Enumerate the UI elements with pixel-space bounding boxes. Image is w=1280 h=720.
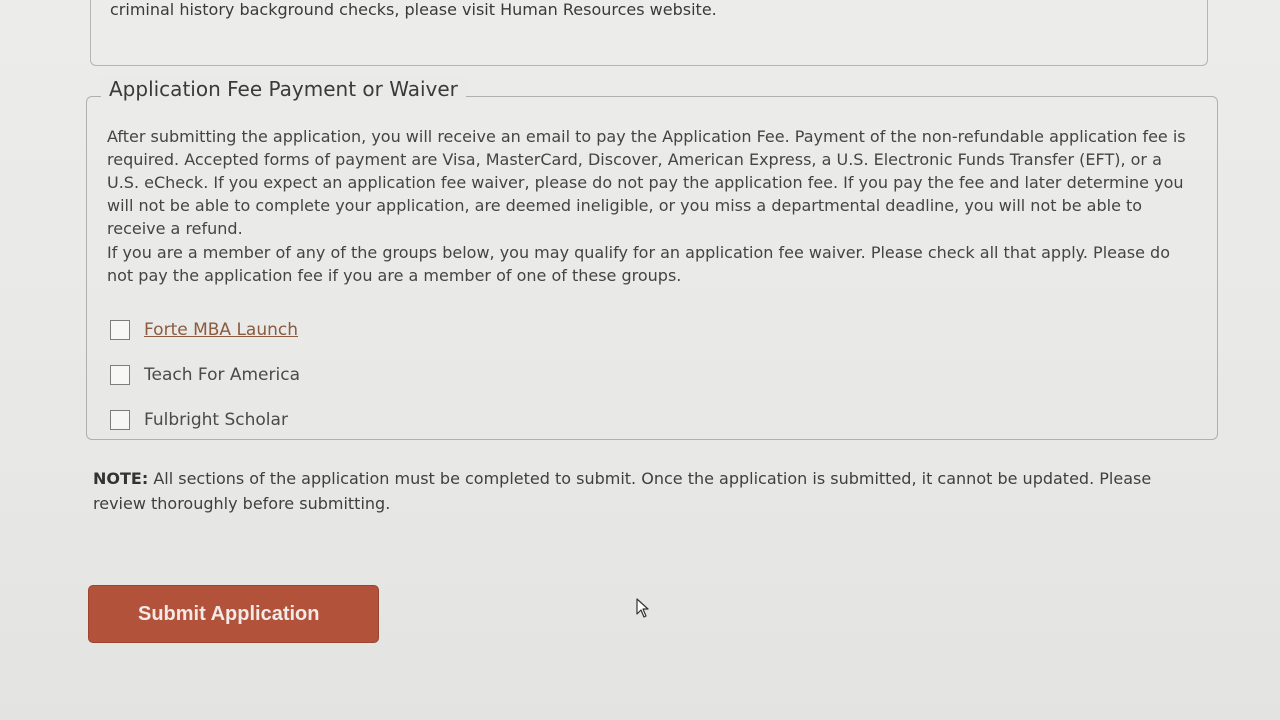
waiver-options: Forte MBA Launch Teach For America Fulbr… (110, 307, 300, 442)
application-page: criminal history background checks, plea… (0, 0, 1280, 720)
waiver-option-fulbright[interactable]: Fulbright Scholar (110, 397, 300, 442)
fee-waiver-fieldset: Application Fee Payment or Waiver After … (86, 77, 1218, 442)
waiver-option-teach-for-america[interactable]: Teach For America (110, 352, 300, 397)
waiver-option-forte[interactable]: Forte MBA Launch (110, 307, 300, 352)
submit-application-button[interactable]: Submit Application (88, 585, 379, 643)
mouse-cursor-icon (636, 598, 649, 618)
fulbright-scholar-label: Fulbright Scholar (144, 409, 288, 430)
note-text: All sections of the application must be … (93, 469, 1152, 513)
note-label: NOTE: (93, 469, 149, 488)
forte-mba-launch-link[interactable]: Forte MBA Launch (144, 320, 298, 340)
fee-waiver-paragraph: If you are a member of any of the groups… (107, 243, 1170, 285)
fee-payment-paragraph: After submitting the application, you wi… (107, 127, 1186, 238)
previous-section-text: criminal history background checks, plea… (110, 0, 717, 19)
previous-section-box: criminal history background checks, plea… (90, 0, 1208, 66)
submission-note: NOTE: All sections of the application mu… (93, 466, 1193, 516)
forte-checkbox[interactable] (110, 319, 130, 340)
teach-for-america-checkbox[interactable] (110, 364, 130, 385)
fee-waiver-legend: Application Fee Payment or Waiver (101, 77, 466, 101)
teach-for-america-label: Teach For America (144, 364, 300, 385)
fulbright-checkbox[interactable] (110, 409, 130, 430)
